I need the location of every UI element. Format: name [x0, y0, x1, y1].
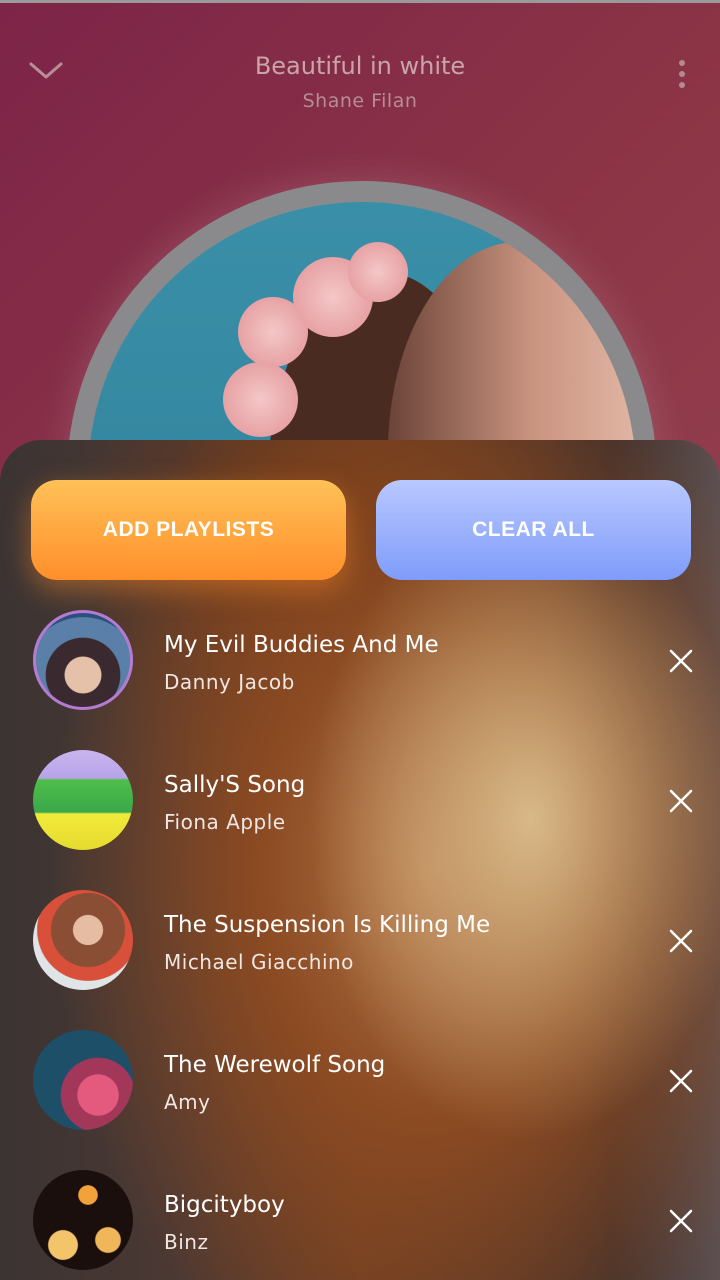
track-title: Beautiful in white	[254, 52, 466, 80]
track-artist: Fiona Apple	[164, 810, 286, 834]
cover-flower	[223, 362, 298, 437]
close-icon[interactable]	[662, 1202, 700, 1240]
track-thumbnail	[33, 1030, 133, 1130]
queue-list-item[interactable]: My Evil Buddies And Me Danny Jacob	[0, 610, 720, 720]
track-title: Bigcityboy	[164, 1192, 285, 1218]
close-icon[interactable]	[662, 922, 700, 960]
track-title: The Werewolf Song	[164, 1052, 386, 1078]
queue-list-item[interactable]: The Werewolf Song Amy	[0, 1030, 720, 1140]
now-playing-header: Beautiful in white Shane Filan	[0, 0, 720, 160]
track-thumbnail	[33, 750, 133, 850]
queue-sheet: ADD PLAYLISTS CLEAR ALL My Evil Buddies …	[0, 440, 720, 1280]
more-vertical-icon[interactable]	[664, 56, 700, 92]
clear-all-button[interactable]: CLEAR ALL	[376, 480, 691, 580]
now-playing-screen: Beautiful in white Shane Filan ADD PLAYL…	[0, 0, 720, 1280]
track-title: My Evil Buddies And Me	[164, 632, 439, 658]
track-artist: Binz	[164, 1230, 209, 1254]
track-artist: Danny Jacob	[164, 670, 295, 694]
chevron-down-icon[interactable]	[28, 55, 64, 85]
track-thumbnail	[33, 1170, 133, 1270]
close-icon[interactable]	[662, 782, 700, 820]
cover-flower	[348, 242, 408, 302]
close-icon[interactable]	[662, 642, 700, 680]
track-thumbnail	[33, 610, 133, 710]
track-artist: Shane Filan	[302, 90, 418, 112]
queue-list-item[interactable]: Bigcityboy Binz	[0, 1170, 720, 1280]
track-title: Sally'S Song	[164, 772, 306, 798]
add-playlists-button[interactable]: ADD PLAYLISTS	[31, 480, 346, 580]
track-artist: Amy	[164, 1090, 211, 1114]
track-artist: Michael Giacchino	[164, 950, 354, 974]
queue-list-item[interactable]: Sally'S Song Fiona Apple	[0, 750, 720, 860]
queue-list-item[interactable]: The Suspension Is Killing Me Michael Gia…	[0, 890, 720, 1000]
track-title: The Suspension Is Killing Me	[164, 912, 491, 938]
close-icon[interactable]	[662, 1062, 700, 1100]
track-thumbnail	[33, 890, 133, 990]
